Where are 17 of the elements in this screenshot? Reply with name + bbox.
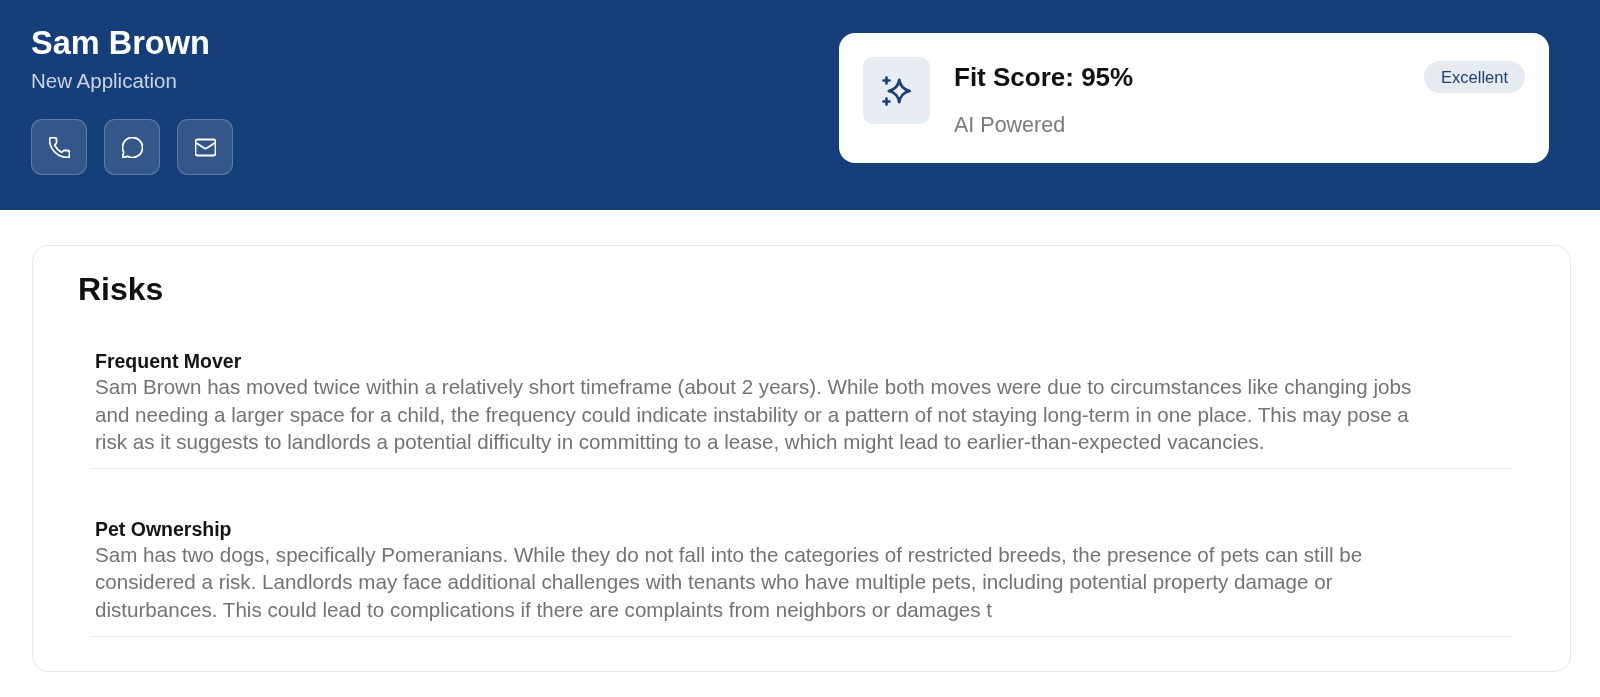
fit-score-title: Fit Score: 95% [954, 61, 1134, 93]
message-button[interactable] [104, 119, 160, 175]
risk-description: Sam Brown has moved twice within a relatively short timeframe (about 2 years). While both moves were due to circumstances like changing jobs and needing a larger space for a child, the frequency could indicate instability or a pattern of not staying long-term in one place. This may pose a risk as it suggests to landlords a potential difficulty in committing to a lease, which might lead to earlier-than-expected vacancies. [95, 374, 1413, 456]
risk-description: Sam has two dogs, specifically Pomeranians. While they do not fall into the categories of restricted breeds, the presence of pets can still be considered a risk. Landlords may face additional challenges with tenants who have multiple pets, including potential property damage or disturbances. This could lead to complications if there are complaints from neighbors or damages t [95, 541, 1364, 623]
ai-powered-caption: AI Powered [954, 112, 1066, 139]
application-status: New Application [31, 68, 177, 94]
risks-heading: Risks [78, 270, 164, 308]
applicant-name: Sam Brown [31, 24, 210, 62]
email-button[interactable] [177, 119, 233, 175]
rating-badge: Excellent [1424, 61, 1525, 93]
envelope-icon [194, 136, 216, 158]
sparkles-icon [863, 57, 930, 124]
phone-icon [48, 136, 70, 158]
risk-title: Frequent Mover [95, 349, 242, 373]
phone-button[interactable] [31, 119, 87, 175]
risk-title: Pet Ownership [95, 516, 232, 541]
chat-bubble-icon [121, 136, 143, 158]
